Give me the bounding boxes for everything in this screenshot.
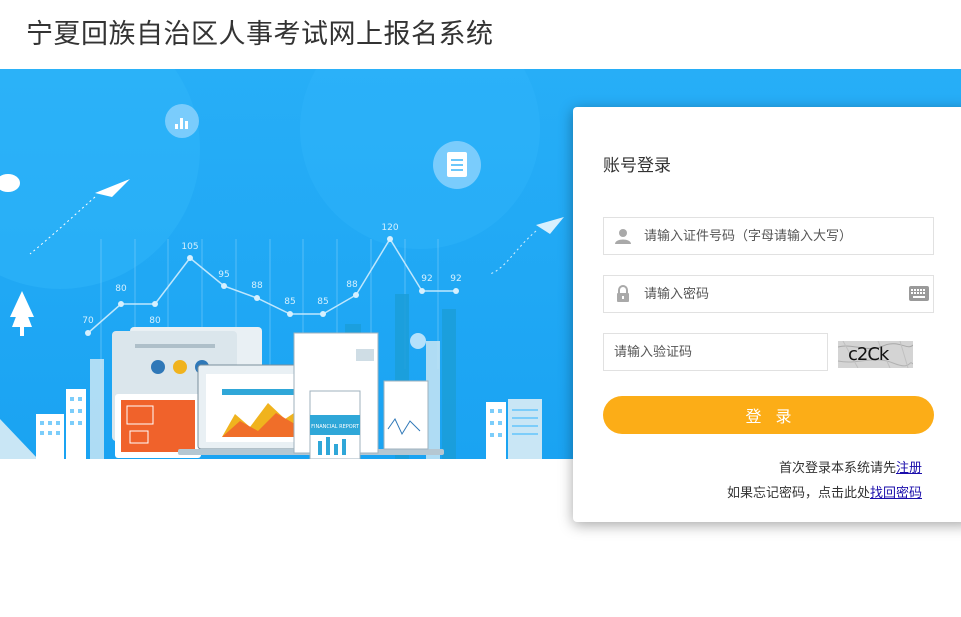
forgot-prefix: 如果忘记密码，点击此处 xyxy=(726,486,870,501)
password-field[interactable] xyxy=(603,275,934,313)
captcha-text: c2Ck xyxy=(848,344,889,365)
chart-label: 92 xyxy=(450,274,461,284)
document-icon xyxy=(433,141,481,189)
bar-chart-icon xyxy=(165,104,199,138)
chart-label: 80 xyxy=(115,284,127,294)
keyboard-icon[interactable] xyxy=(909,286,929,301)
header: 宁夏回族自治区人事考试网上报名系统 xyxy=(0,0,961,69)
register-prefix: 首次登录本系统请先 xyxy=(778,461,896,476)
captcha-field[interactable] xyxy=(603,333,828,371)
id-number-field[interactable] xyxy=(603,217,934,255)
tree-icon xyxy=(10,291,34,336)
paper-plane-icon xyxy=(489,217,564,275)
password-input[interactable] xyxy=(644,276,894,312)
login-button[interactable]: 登录 xyxy=(603,396,934,434)
user-icon xyxy=(615,229,631,244)
buildings-left xyxy=(0,389,86,459)
chart-label: 85 xyxy=(317,297,328,307)
forgot-hint: 如果忘记密码，点击此处找回密码 xyxy=(727,482,922,501)
register-link[interactable]: 注册 xyxy=(896,461,922,476)
captcha-input[interactable] xyxy=(614,334,814,370)
lock-icon xyxy=(617,285,629,302)
chart-label: 88 xyxy=(346,280,358,290)
chart-label: 105 xyxy=(181,242,198,252)
chart-label: 88 xyxy=(251,281,263,291)
captcha-image[interactable]: c2Ck xyxy=(838,341,913,368)
financial-report: FINANCIAL REPORT xyxy=(309,390,361,459)
register-hint: 首次登录本系统请先注册 xyxy=(779,457,922,476)
buildings-right xyxy=(486,399,542,459)
login-title: 账号登录 xyxy=(603,156,671,176)
id-number-input[interactable] xyxy=(644,218,894,254)
chart-label: 95 xyxy=(218,270,229,280)
chart-label: 85 xyxy=(284,297,295,307)
forgot-password-link[interactable]: 找回密码 xyxy=(870,486,922,501)
chart-label: 120 xyxy=(381,223,398,233)
tablet-illustration xyxy=(115,394,201,458)
report-label: FINANCIAL REPORT xyxy=(311,424,360,430)
login-card: 账号登录 请输入证件号码（字母请输入大写） 请输入验证码 c2Ck 登录 首次登… xyxy=(573,107,961,522)
chart-label: 80 xyxy=(149,316,161,326)
site-title: 宁夏回族自治区人事考试网上报名系统 xyxy=(26,19,494,50)
chart-label: 92 xyxy=(421,274,432,284)
chart-label: 70 xyxy=(82,316,94,326)
